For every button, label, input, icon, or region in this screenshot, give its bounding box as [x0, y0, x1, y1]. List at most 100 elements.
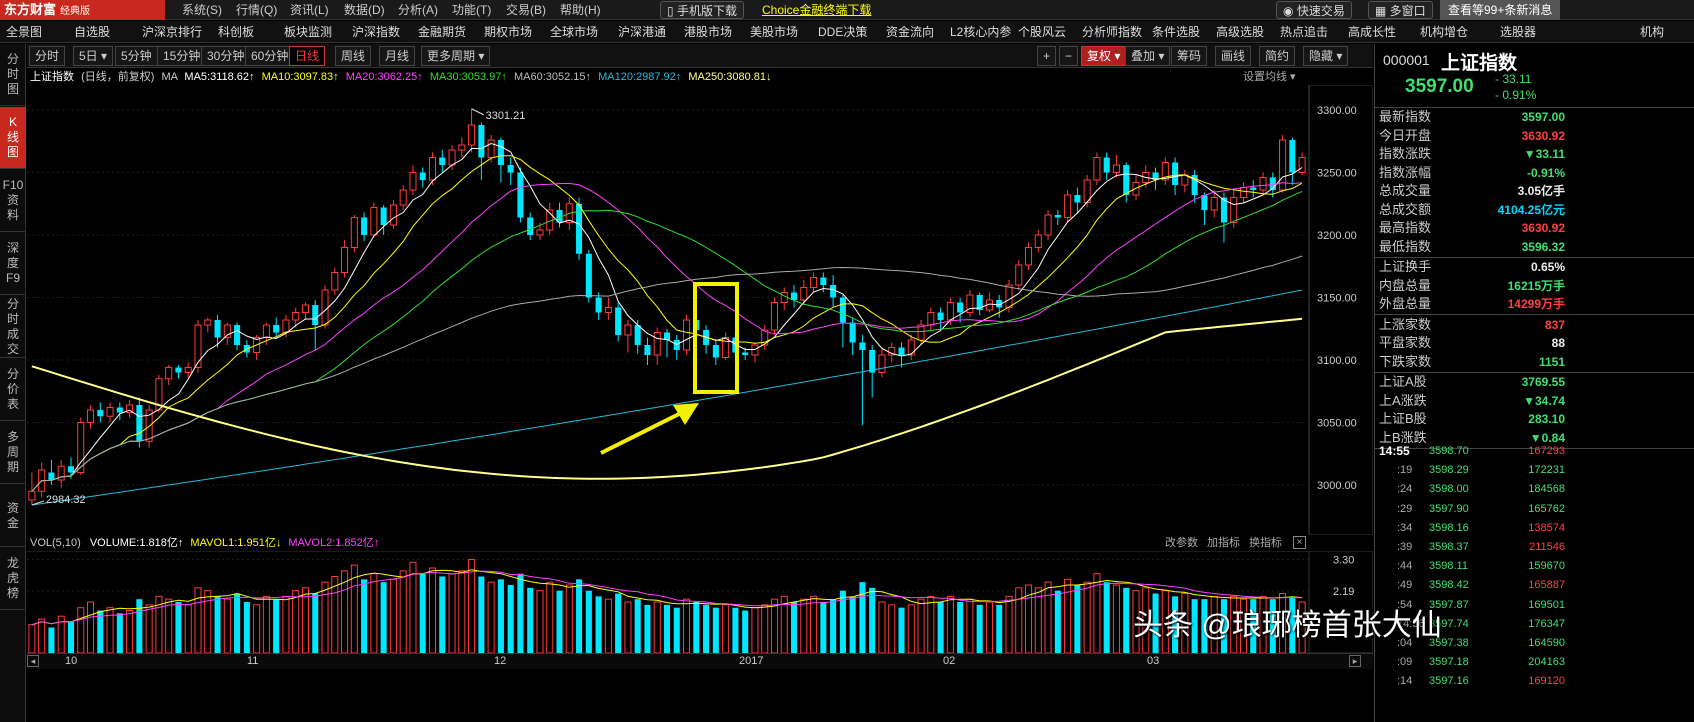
tick-row: :44 3598.11 159670	[1375, 557, 1694, 576]
nav-watchlist[interactable]: 自选股	[74, 21, 110, 43]
zoom-out-button[interactable]: −	[1059, 46, 1079, 66]
candle	[859, 342, 866, 350]
period-15min[interactable]: 15分钟	[157, 46, 207, 66]
tab-funds[interactable]: 资金	[0, 485, 26, 547]
stat-row: 上A涨跌 ▼34.74	[1375, 392, 1694, 410]
period-60min[interactable]: 60分钟	[245, 46, 295, 66]
hide-dropdown[interactable]: 隐藏 ▾	[1303, 46, 1349, 66]
scroll-left-icon[interactable]: ◂	[27, 655, 39, 667]
nav-growth[interactable]: 高成长性	[1348, 21, 1396, 43]
tab-depth-f9[interactable]: 深度F9	[0, 233, 26, 295]
nav-indices[interactable]: 沪深指数	[352, 21, 400, 43]
nav-ranking[interactable]: 沪深京排行	[142, 21, 202, 43]
mobile-download-button[interactable]: ▯ 手机版下载	[660, 1, 744, 19]
nav-stock-risk[interactable]: 个股风云	[1018, 21, 1066, 43]
menu-data[interactable]: 数据(D)	[344, 0, 385, 20]
nav-advanced-screener[interactable]: 高级选股	[1216, 21, 1264, 43]
nav-fund-flow[interactable]: 资金流向	[886, 21, 934, 43]
adjust-dropdown[interactable]: 复权 ▾	[1081, 46, 1127, 66]
tab-timeshare[interactable]: 分时图	[0, 44, 26, 106]
candle	[458, 144, 466, 151]
menu-trade[interactable]: 交易(B)	[506, 0, 546, 20]
overlay-dropdown[interactable]: 叠加 ▾	[1125, 46, 1171, 66]
nav-overview[interactable]: 全景图	[6, 21, 42, 43]
simple-button[interactable]: 简约	[1259, 46, 1296, 66]
menu-system[interactable]: 系统(S)	[182, 0, 222, 20]
period-daily[interactable]: 日线	[289, 46, 326, 66]
tick-time: :14	[1397, 675, 1413, 688]
menu-function[interactable]: 功能(T)	[452, 0, 491, 20]
chips-button[interactable]: 筹码	[1171, 46, 1208, 66]
stat-value: -0.91%	[1526, 165, 1565, 180]
period-5min[interactable]: 5分钟	[115, 46, 158, 66]
tab-price-table[interactable]: 分价表	[0, 359, 26, 421]
multi-window-button[interactable]: ▦ 多窗口	[1368, 1, 1433, 19]
close-icon[interactable]: ×	[1293, 536, 1306, 549]
candle	[350, 217, 358, 248]
nav-options[interactable]: 期权市场	[484, 21, 532, 43]
nav-dde[interactable]: DDE决策	[818, 21, 867, 43]
change-params-button[interactable]: 改参数	[1165, 535, 1198, 551]
menu-quotes[interactable]: 行情(Q)	[236, 0, 277, 20]
nav-star-market[interactable]: 科创板	[218, 21, 254, 43]
menu-help[interactable]: 帮助(H)	[560, 0, 601, 20]
nav-sector-monitor[interactable]: 板块监测	[284, 21, 332, 43]
nav-screener[interactable]: 条件选股	[1152, 21, 1200, 43]
draw-line-button[interactable]: 画线	[1215, 46, 1252, 66]
menu-news[interactable]: 资讯(L)	[290, 0, 329, 20]
tick-price: 3598.29	[1429, 464, 1469, 477]
add-indicator-button[interactable]: 加指标	[1207, 535, 1240, 551]
period-30min[interactable]: 30分钟	[201, 46, 251, 66]
tab-kline[interactable]: K线图	[0, 107, 26, 169]
candle	[106, 407, 114, 417]
tab-tick-trades[interactable]: 分时成交	[0, 296, 26, 358]
nav-l2[interactable]: L2核心内参	[950, 21, 1011, 43]
tab-dragon-tiger[interactable]: 龙虎榜	[0, 548, 26, 610]
nav-us[interactable]: 美股市场	[750, 21, 798, 43]
nav-hk[interactable]: 港股市场	[684, 21, 732, 43]
nav-financial-futures[interactable]: 金融期货	[418, 21, 466, 43]
tick-price: 3598.16	[1429, 521, 1469, 534]
period-weekly[interactable]: 周线	[335, 46, 372, 66]
nav-stock-picker[interactable]: 选股器	[1500, 21, 1536, 43]
fast-trade-button[interactable]: ◉ 快速交易	[1276, 1, 1352, 19]
period-note: (日线，前复权)	[81, 71, 155, 83]
volume-bar	[48, 627, 55, 653]
candle	[644, 345, 651, 355]
candle	[898, 347, 905, 355]
choice-download-link[interactable]: Choice金融终端下载	[762, 0, 871, 20]
ma20-arrow: ↑	[417, 71, 423, 83]
candle	[957, 302, 964, 313]
zoom-in-button[interactable]: +	[1037, 46, 1057, 66]
menu-analysis[interactable]: 分析(A)	[398, 0, 438, 20]
notification-banner[interactable]: 查看等99+条新消息	[1440, 0, 1561, 20]
nav-institution[interactable]: 机构	[1640, 21, 1664, 43]
ma-settings-button[interactable]: 设置均线 ▾	[1243, 69, 1296, 85]
ma30-arrow: ↑	[501, 71, 507, 83]
period-5day[interactable]: 5日 ▾	[73, 46, 114, 66]
nav-global[interactable]: 全球市场	[550, 21, 598, 43]
candle	[1044, 214, 1052, 236]
tab-f10[interactable]: F10资料	[0, 170, 26, 232]
period-timeshare[interactable]: 分时	[29, 46, 66, 66]
scroll-right-icon[interactable]: ▸	[1349, 655, 1361, 667]
ma250-value: MA250:3080.81	[688, 71, 767, 83]
period-monthly[interactable]: 月线	[379, 46, 416, 66]
volume-tick-label: 2.19	[1333, 586, 1354, 598]
tab-multi-period[interactable]: 多周期	[0, 422, 26, 484]
period-more[interactable]: 更多周期 ▾	[421, 46, 491, 66]
candle	[1064, 194, 1072, 218]
candle	[380, 207, 387, 225]
nav-analyst-index[interactable]: 分析师指数	[1082, 21, 1142, 43]
volume-bar	[223, 598, 231, 653]
period-more-label: 更多周期	[427, 49, 476, 63]
top-menu-bar: 东方财富 经典版 系统(S) 行情(Q) 资讯(L) 数据(D) 分析(A) 功能…	[0, 0, 1694, 20]
nav-hot-topics[interactable]: 热点追击	[1280, 21, 1328, 43]
nav-connect[interactable]: 沪深港通	[618, 21, 666, 43]
nav-institutional[interactable]: 机构增仓	[1420, 21, 1468, 43]
volume-bar	[810, 595, 818, 653]
candle	[1093, 157, 1101, 181]
volume-bar	[321, 581, 329, 653]
switch-indicator-button[interactable]: 换指标	[1249, 535, 1282, 551]
stat-value: 3769.55	[1521, 375, 1565, 389]
